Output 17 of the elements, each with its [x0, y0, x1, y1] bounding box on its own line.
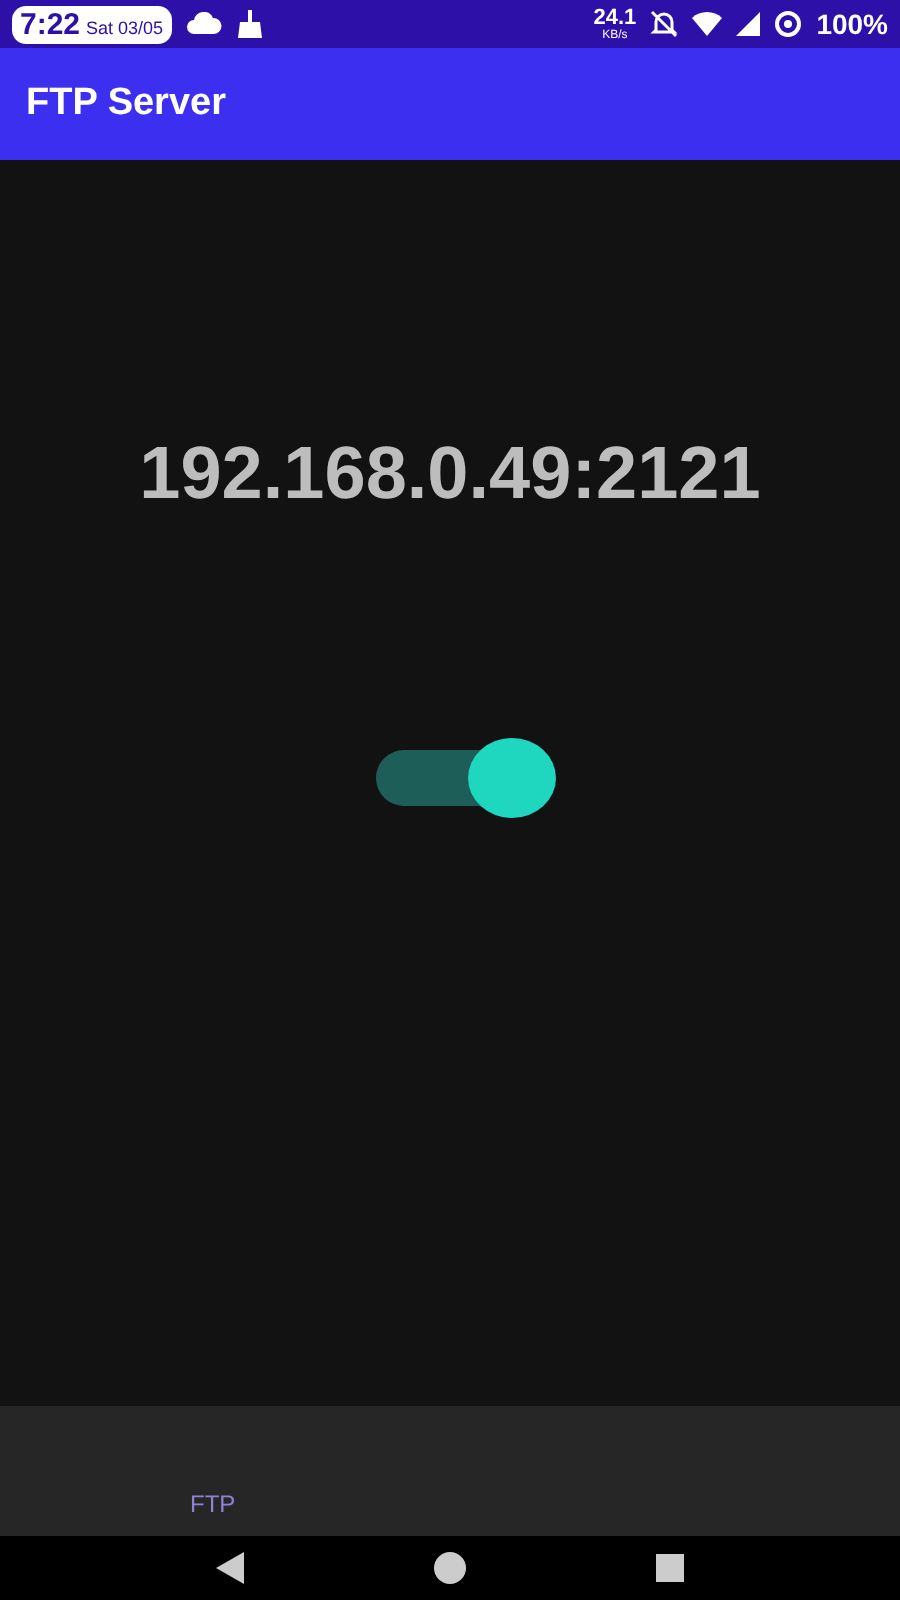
network-speed: 24.1 — [593, 7, 637, 29]
back-icon[interactable] — [215, 1552, 244, 1584]
broom-icon — [235, 10, 264, 38]
recents-icon[interactable] — [656, 1554, 685, 1582]
home-icon[interactable] — [433, 1552, 466, 1584]
wifi-icon — [692, 12, 723, 36]
status-date: Sat 03/05 — [86, 17, 164, 37]
cloud-icon — [185, 12, 222, 36]
server-address: 192.168.0.49:2121 — [139, 432, 761, 516]
bottom-nav-label[interactable]: FTP — [190, 1490, 236, 1518]
server-switch[interactable] — [376, 742, 556, 814]
muted-bell-icon — [650, 10, 679, 38]
app-title: FTP Server — [26, 82, 226, 126]
status-time: 7:22 — [20, 7, 81, 41]
battery-percent: 100% — [816, 8, 888, 40]
data-saver-icon — [774, 10, 803, 38]
signal-icon — [736, 12, 761, 36]
